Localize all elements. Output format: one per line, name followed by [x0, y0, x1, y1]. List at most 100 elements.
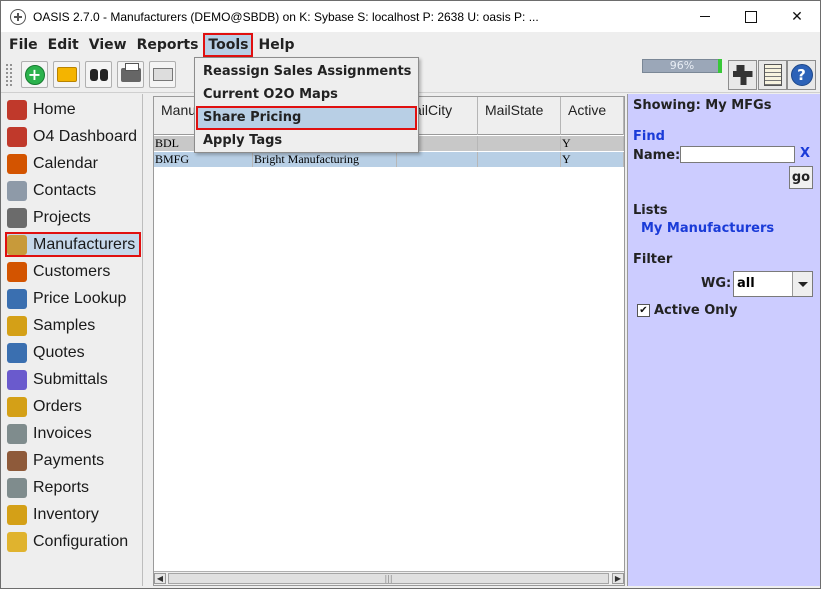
menu-file[interactable]: File — [5, 34, 42, 56]
scroll-thumb[interactable]: ||| — [168, 573, 609, 584]
sidebar-item-customers[interactable]: Customers — [5, 259, 141, 284]
add-icon: + — [24, 64, 45, 85]
sidebar-item-label: Contacts — [33, 181, 97, 199]
contacts-icon — [7, 180, 27, 201]
projects-icon — [7, 207, 27, 228]
maximize-button[interactable] — [728, 1, 774, 32]
sidebar-item-label: Reports — [33, 478, 90, 496]
minimize-button[interactable] — [682, 1, 728, 32]
sidebar-item-home[interactable]: Home — [5, 97, 141, 122]
sidebar-item-label: Inventory — [33, 505, 99, 523]
inventory-icon — [7, 504, 27, 525]
scroll-left-arrow-icon[interactable]: ◀ — [154, 573, 166, 584]
sidebar-item-price-lookup[interactable]: Price Lookup — [5, 286, 141, 311]
document-icon — [763, 64, 782, 86]
price-lookup-icon — [7, 288, 27, 309]
clear-name-button[interactable]: X — [800, 146, 810, 161]
toolbar-grip[interactable] — [5, 63, 13, 87]
sidebar-item-label: Configuration — [33, 532, 129, 550]
mail-icon — [152, 68, 173, 81]
column-header-mailstate[interactable]: MailState — [478, 97, 561, 135]
menu-item-current-o2o-maps[interactable]: Current O2O Maps — [197, 84, 416, 106]
configuration-icon — [7, 531, 27, 552]
sidebar-item-invoices[interactable]: Invoices — [5, 421, 141, 446]
add-button[interactable]: + — [21, 61, 48, 88]
wg-select[interactable]: all — [733, 271, 813, 297]
sidebar-item-label: Home — [33, 100, 76, 118]
cell-state — [478, 152, 561, 167]
binoculars-icon — [89, 68, 109, 81]
samples-icon — [7, 315, 27, 336]
active-only-label[interactable]: Active Only — [654, 303, 738, 318]
notes-button[interactable] — [758, 60, 787, 90]
sidebar-item-o4-dashboard[interactable]: O4 Dashboard — [5, 124, 141, 149]
sidebar-item-manufacturers[interactable]: Manufacturers — [5, 232, 141, 257]
sidebar-item-label: Samples — [33, 316, 96, 334]
sidebar-item-contacts[interactable]: Contacts — [5, 178, 141, 203]
dashboard-icon — [7, 126, 27, 147]
sidebar-item-calendar[interactable]: Calendar — [5, 151, 141, 176]
menu-edit[interactable]: Edit — [44, 34, 83, 56]
menu-item-apply-tags[interactable]: Apply Tags — [197, 130, 416, 152]
sidebar-item-reports[interactable]: Reports — [5, 475, 141, 500]
customers-icon — [7, 261, 27, 282]
sidebar-item-label: Calendar — [33, 154, 98, 172]
list-my-manufacturers-link[interactable]: My Manufacturers — [641, 221, 774, 236]
wg-selected-value: all — [737, 276, 755, 291]
sidebar-item-orders[interactable]: Orders — [5, 394, 141, 419]
sidebar-item-label: Projects — [33, 208, 91, 226]
menu-tools[interactable]: Tools — [203, 32, 254, 57]
sidebar-nav: Home O4 Dashboard Calendar Contacts Projects… — [2, 94, 143, 586]
menu-view[interactable]: View — [85, 34, 131, 56]
sidebar-item-submittals[interactable]: Submittals — [5, 367, 141, 392]
assistant-button[interactable] — [728, 60, 757, 90]
go-button[interactable]: go — [789, 166, 813, 189]
lists-heading: Lists — [633, 203, 668, 218]
window-title: OASIS 2.7.0 - Manufacturers (DEMO@SBDB) … — [33, 9, 539, 24]
sidebar-item-samples[interactable]: Samples — [5, 313, 141, 338]
sidebar-item-quotes[interactable]: Quotes — [5, 340, 141, 365]
sidebar-item-payments[interactable]: Payments — [5, 448, 141, 473]
manufacturers-icon — [7, 234, 27, 255]
menu-item-share-pricing[interactable]: Share Pricing — [196, 106, 417, 130]
reports-icon — [7, 477, 27, 498]
printer-icon — [120, 62, 141, 82]
table-row[interactable]: BMFG Bright Manufacturing Y — [154, 152, 624, 167]
name-search-input[interactable] — [680, 146, 795, 163]
filter-heading: Filter — [633, 252, 673, 267]
orders-icon — [7, 396, 27, 417]
tools-dropdown-menu: Reassign Sales Assignments Current O2O M… — [194, 57, 419, 153]
menu-item-reassign-sales-assignments[interactable]: Reassign Sales Assignments — [197, 61, 416, 83]
email-button[interactable] — [149, 61, 176, 88]
sidebar-item-projects[interactable]: Projects — [5, 205, 141, 230]
sidebar-item-label: Price Lookup — [33, 289, 127, 307]
sidebar-item-label: Quotes — [33, 343, 85, 361]
cell-active: Y — [561, 136, 624, 151]
open-button[interactable] — [53, 61, 80, 88]
title-bar: OASIS 2.7.0 - Manufacturers (DEMO@SBDB) … — [1, 1, 820, 32]
print-button[interactable] — [117, 61, 144, 88]
sidebar-item-label: Orders — [33, 397, 82, 415]
home-icon — [7, 99, 27, 120]
active-only-checkbox[interactable]: ✔ — [637, 304, 650, 317]
sidebar-item-configuration[interactable]: Configuration — [5, 529, 141, 554]
calendar-icon — [7, 153, 27, 174]
scroll-right-arrow-icon[interactable]: ▶ — [612, 573, 624, 584]
help-button[interactable]: ? — [787, 60, 816, 90]
sidebar-item-label: Manufacturers — [33, 235, 136, 253]
wg-label: WG: — [701, 276, 732, 291]
sidebar-item-label: Customers — [33, 262, 111, 280]
menu-reports[interactable]: Reports — [133, 34, 203, 56]
column-header-active[interactable]: Active — [561, 97, 624, 135]
cell-state — [478, 136, 561, 151]
sidebar-item-inventory[interactable]: Inventory — [5, 502, 141, 527]
help-icon: ? — [790, 64, 813, 86]
menu-help[interactable]: Help — [254, 34, 298, 56]
horizontal-scrollbar[interactable]: ◀ ||| ▶ — [154, 571, 624, 585]
name-label: Name: — [633, 148, 681, 163]
close-button[interactable]: ✕ — [774, 1, 820, 32]
progress-bar: 96% — [642, 59, 722, 73]
invoices-icon — [7, 423, 27, 444]
chevron-down-icon[interactable] — [792, 272, 812, 296]
search-button[interactable] — [85, 61, 112, 88]
